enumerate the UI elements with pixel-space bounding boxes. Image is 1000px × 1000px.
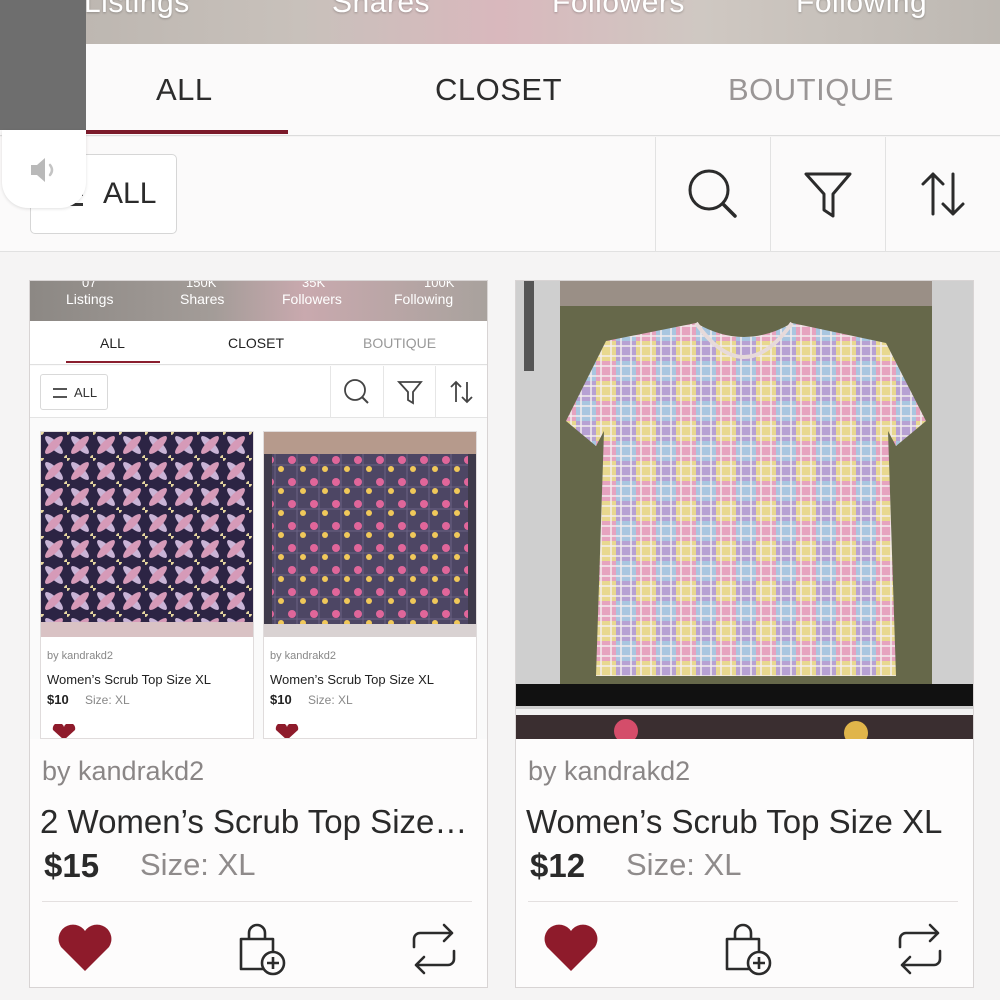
tab-closet[interactable]: CLOSET: [435, 72, 562, 108]
nested-filter-label: ALL: [74, 385, 98, 400]
listing-price: $15: [44, 847, 100, 884]
closet-screen: Listings Shares Followers Following ALL …: [0, 0, 1000, 1000]
nested-listing-card: by kandrakd2 Women’s Scrub Top Size XL $…: [40, 431, 254, 739]
search-icon: [344, 379, 369, 404]
nested-stat-following: Following: [394, 291, 454, 307]
nested-title: Women’s Scrub Top Size XL: [270, 672, 435, 687]
nested-stat-shares-value: 150K: [186, 281, 217, 290]
nested-stat-followers: Followers: [282, 291, 342, 307]
nested-stat-followers-value: 35K: [302, 281, 326, 290]
card-divider: [42, 901, 472, 902]
active-tab-indicator: [85, 130, 288, 134]
nested-tab-indicator: [66, 361, 160, 363]
sort-icon: [450, 380, 473, 404]
nested-tab-all: ALL: [100, 335, 125, 351]
tab-boutique[interactable]: BOUTIQUE: [728, 72, 894, 108]
filter-button[interactable]: [770, 137, 884, 252]
listing-size: Size: XL: [140, 847, 256, 882]
listing-seller[interactable]: by kandrakd2: [42, 756, 204, 787]
nested-listing-photo: [41, 432, 253, 637]
nested-price: $10: [270, 692, 292, 707]
nested-closet-screenshot: 07 Listings 150K Shares 35K Followers 10…: [30, 281, 487, 739]
search-button[interactable]: [655, 137, 769, 252]
listing-card[interactable]: 07 Listings 150K Shares 35K Followers 10…: [29, 280, 488, 988]
nested-listing-card: by kandrakd2 Women’s Scrub Top Size XL $…: [263, 431, 477, 739]
sort-icon: [921, 172, 965, 216]
nested-stat-listings: Listings: [66, 291, 114, 307]
listing-card[interactable]: by kandrakd2 Women’s Scrub Top Size XL $…: [515, 280, 974, 988]
listing-image[interactable]: [516, 281, 973, 739]
search-icon: [688, 169, 737, 218]
heart-icon: [52, 724, 76, 738]
listing-image[interactable]: 07 Listings 150K Shares 35K Followers 10…: [30, 281, 487, 739]
nested-category-filter: ALL: [40, 374, 108, 410]
nested-seller: by kandrakd2: [270, 650, 337, 662]
scrub-top-photo: [516, 281, 973, 739]
filter-bar: ALL: [0, 137, 1000, 252]
nested-tab-closet: CLOSET: [228, 335, 285, 351]
volume-overlay: [0, 0, 86, 208]
listing-price: $12: [530, 847, 586, 884]
stat-shares-label[interactable]: Shares: [332, 0, 430, 20]
volume-slider-track[interactable]: [0, 0, 86, 130]
tab-all[interactable]: ALL: [156, 72, 213, 108]
speaker-icon: [31, 158, 54, 182]
nested-stat-following-value: 100K: [424, 281, 455, 290]
nested-filter-bar: ALL: [30, 366, 487, 418]
nested-stats-banner: 07 Listings 150K Shares 35K Followers 10…: [30, 281, 487, 321]
add-to-bundle-icon[interactable]: [233, 921, 289, 977]
nested-title: Women’s Scrub Top Size XL: [47, 672, 212, 687]
stats-banner: Listings Shares Followers Following: [0, 0, 1000, 44]
nested-size: Size: XL: [85, 693, 130, 707]
listing-seller[interactable]: by kandrakd2: [528, 756, 690, 787]
stat-listings-label[interactable]: Listings: [84, 0, 190, 20]
share-icon[interactable]: [892, 921, 948, 977]
card-divider: [528, 901, 958, 902]
listing-size: Size: XL: [626, 847, 742, 882]
nested-sort-cell: [435, 366, 487, 418]
nested-search-cell: [330, 366, 382, 418]
share-icon[interactable]: [406, 921, 462, 977]
listing-title[interactable]: 2 Women’s Scrub Top Size…: [40, 803, 467, 841]
nested-price: $10: [47, 692, 69, 707]
filter-icon: [804, 172, 852, 218]
nested-seller: by kandrakd2: [47, 650, 114, 662]
stat-following-label[interactable]: Following: [796, 0, 927, 20]
heart-icon[interactable]: [542, 921, 600, 973]
heart-icon[interactable]: [56, 921, 114, 973]
category-filter-label: ALL: [103, 177, 157, 210]
nested-tab-boutique: BOUTIQUE: [363, 335, 437, 351]
stat-followers-label[interactable]: Followers: [552, 0, 685, 20]
listing-title[interactable]: Women’s Scrub Top Size XL: [526, 803, 942, 841]
nested-size: Size: XL: [308, 693, 353, 707]
nested-listing-photo: [264, 432, 476, 637]
closet-tab-bar: ALL CLOSET BOUTIQUE: [0, 44, 1000, 136]
heart-icon: [275, 724, 299, 738]
nested-stat-shares: Shares: [180, 291, 225, 307]
add-to-bundle-icon[interactable]: [719, 921, 775, 977]
filter-icon: [396, 381, 423, 405]
nested-filter-cell: [383, 366, 435, 418]
sort-button[interactable]: [885, 137, 999, 252]
nested-tab-bar: ALL CLOSET BOUTIQUE: [30, 321, 487, 365]
